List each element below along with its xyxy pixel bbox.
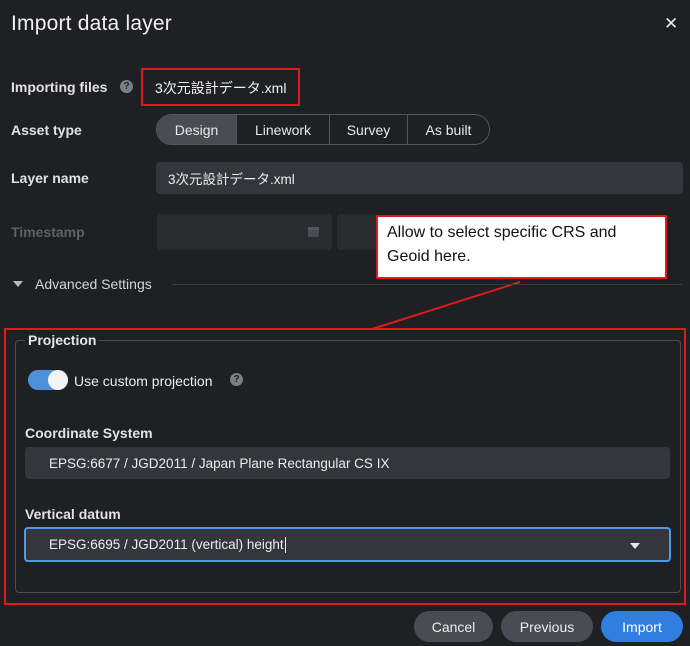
coordinate-system-label: Coordinate System: [25, 425, 153, 441]
importing-files-label: Importing files: [11, 79, 108, 95]
cancel-button[interactable]: Cancel: [414, 611, 493, 642]
timestamp-label: Timestamp: [11, 224, 85, 240]
layer-name-input[interactable]: 3次元設計データ.xml: [156, 162, 683, 194]
asset-type-linework[interactable]: Linework: [237, 115, 330, 144]
vertical-datum-select[interactable]: EPSG:6695 / JGD2011 (vertical) height: [24, 527, 671, 562]
divider: [172, 284, 682, 285]
asset-type-label: Asset type: [11, 122, 82, 138]
layer-name-label: Layer name: [11, 170, 89, 186]
close-icon[interactable]: ✕: [664, 14, 678, 34]
import-button[interactable]: Import: [601, 611, 683, 642]
projection-legend: Projection: [25, 332, 100, 348]
calendar-icon: [308, 227, 319, 237]
dialog-title: Import data layer: [11, 12, 172, 35]
text-cursor: [284, 536, 286, 553]
advanced-settings-toggle[interactable]: Advanced Settings: [35, 276, 152, 292]
vertical-datum-value: EPSG:6695 / JGD2011 (vertical) height: [49, 537, 284, 552]
annotation-callout: Allow to select specific CRS and Geoid h…: [376, 215, 667, 279]
vertical-datum-label: Vertical datum: [25, 506, 121, 522]
asset-type-survey[interactable]: Survey: [330, 115, 408, 144]
toggle-knob: [48, 370, 68, 390]
previous-button[interactable]: Previous: [501, 611, 593, 642]
asset-type-design[interactable]: Design: [157, 115, 237, 144]
custom-projection-label: Use custom projection: [74, 373, 213, 389]
importing-file-name: 3次元設計データ.xml: [155, 80, 287, 96]
coordinate-system-field[interactable]: EPSG:6677 / JGD2011 / Japan Plane Rectan…: [25, 447, 670, 479]
caret-down-icon[interactable]: [13, 280, 23, 288]
asset-type-as-built[interactable]: As built: [408, 115, 489, 144]
help-icon[interactable]: ?: [230, 373, 243, 386]
asset-type-segmented-control: Design Linework Survey As built: [156, 114, 490, 145]
dropdown-arrow-icon[interactable]: [630, 542, 640, 550]
timestamp-time-field[interactable]: [337, 214, 377, 250]
timestamp-date-field[interactable]: [157, 214, 332, 250]
help-icon[interactable]: ?: [120, 80, 133, 93]
